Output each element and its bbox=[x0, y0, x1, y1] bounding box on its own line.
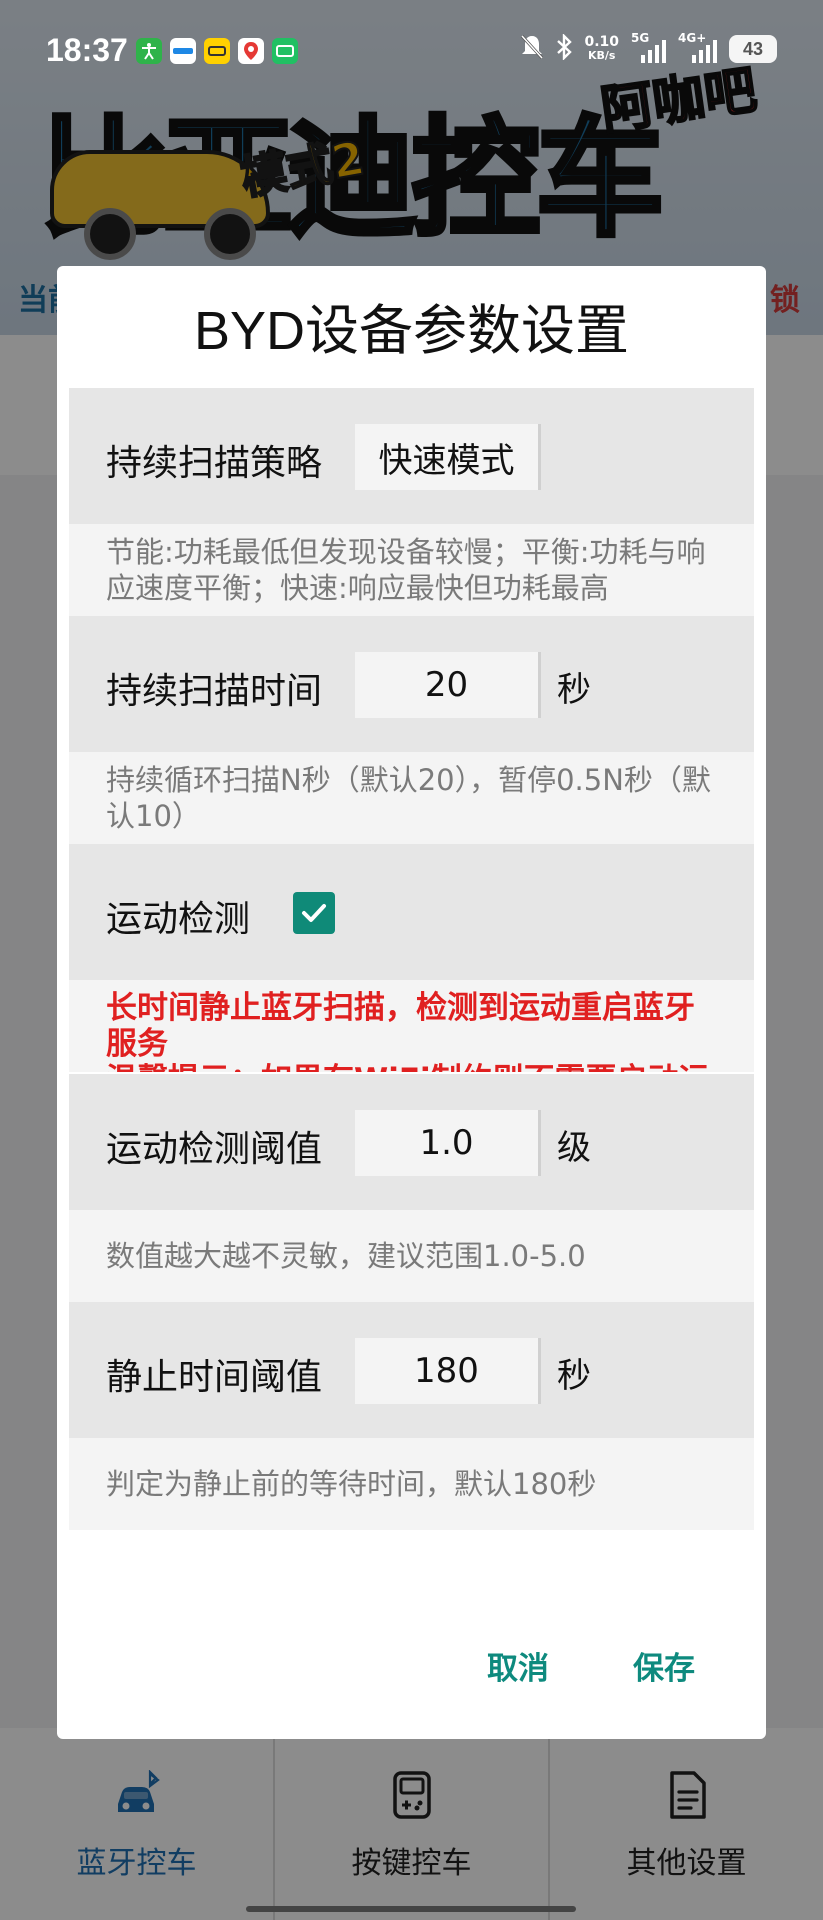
network-speed-unit: KB/s bbox=[587, 49, 616, 62]
accessibility-icon bbox=[136, 38, 162, 64]
motion-detect-tip: 温馨提示：如果有WiFi制约则不需要启动运动 bbox=[106, 1062, 710, 1072]
status-bar: 18:37 0.10 KB/s 5G 4G+ 43 bbox=[0, 0, 823, 100]
scan-strategy-description: 节能:功耗最低但发现设备较慢；平衡:功耗与响应速度平衡；快速:响应最快但功耗最高 bbox=[69, 524, 754, 616]
signal-5g-icon: 5G bbox=[631, 31, 666, 63]
still-threshold-label: 静止时间阈值 bbox=[106, 1357, 323, 1398]
meituan-icon bbox=[204, 38, 230, 64]
save-button[interactable]: 保存 bbox=[633, 1643, 695, 1688]
check-icon bbox=[302, 904, 326, 922]
motion-detect-label: 运动检测 bbox=[106, 899, 251, 940]
still-threshold-description: 判定为静止前的等待时间，默认180秒 bbox=[69, 1438, 754, 1530]
scan-time-description: 持续循环扫描N秒（默认20），暂停0.5N秒（默认10） bbox=[69, 752, 754, 844]
scan-time-label: 持续扫描时间 bbox=[106, 671, 323, 712]
network-speed-value: 0.10 bbox=[584, 34, 619, 50]
scan-time-unit: 秒 bbox=[557, 670, 591, 710]
motion-threshold-description: 数值越大越不灵敏，建议范围1.0-5.0 bbox=[69, 1210, 754, 1302]
network-speed: 0.10 KB/s bbox=[584, 35, 619, 63]
notification-icons bbox=[136, 38, 298, 64]
home-indicator[interactable] bbox=[246, 1906, 576, 1912]
signal-5g-label: 5G bbox=[631, 31, 650, 45]
motion-detect-description: 长时间静止蓝牙扫描，检测到运动重启蓝牙服务 温馨提示：如果有WiFi制约则不需要… bbox=[69, 980, 754, 1072]
motion-threshold-unit: 级 bbox=[557, 1128, 591, 1168]
still-threshold-unit: 秒 bbox=[557, 1356, 591, 1396]
scan-strategy-row: 持续扫描策略 快速模式 bbox=[69, 388, 754, 524]
map-pin-icon bbox=[238, 38, 264, 64]
still-threshold-input[interactable]: 180 bbox=[355, 1338, 541, 1404]
motion-threshold-row: 运动检测阈值 1.0 级 bbox=[69, 1074, 754, 1210]
cancel-button[interactable]: 取消 bbox=[487, 1643, 549, 1688]
battery-icon: 43 bbox=[729, 35, 777, 63]
motion-detect-checkbox[interactable] bbox=[293, 892, 335, 934]
still-threshold-row: 静止时间阈值 180 秒 bbox=[69, 1302, 754, 1438]
bluetooth-icon bbox=[556, 33, 573, 64]
app-notification-icon bbox=[170, 38, 196, 64]
settings-dialog: BYD设备参数设置 持续扫描策略 快速模式 节能:功耗最低但发现设备较慢；平衡:… bbox=[57, 266, 766, 1739]
scan-strategy-label: 持续扫描策略 bbox=[106, 443, 323, 484]
dialog-title: BYD设备参数设置 bbox=[193, 301, 630, 361]
status-time: 18:37 bbox=[46, 32, 128, 68]
motion-detect-row: 运动检测 bbox=[69, 844, 754, 980]
iqiyi-icon bbox=[272, 38, 298, 64]
motion-detect-warning: 长时间静止蓝牙扫描，检测到运动重启蓝牙服务 bbox=[106, 990, 695, 1062]
scan-strategy-select[interactable]: 快速模式 bbox=[355, 424, 541, 490]
signal-4g-icon: 4G+ bbox=[678, 31, 717, 63]
system-icons: 0.10 KB/s 5G 4G+ 43 bbox=[520, 31, 777, 64]
mute-bell-icon bbox=[520, 34, 544, 64]
scan-time-input[interactable]: 20 bbox=[355, 652, 541, 718]
motion-threshold-label: 运动检测阈值 bbox=[106, 1129, 323, 1170]
motion-threshold-input[interactable]: 1.0 bbox=[355, 1110, 541, 1176]
scan-time-row: 持续扫描时间 20 秒 bbox=[69, 616, 754, 752]
signal-4g-label: 4G+ bbox=[678, 31, 707, 45]
